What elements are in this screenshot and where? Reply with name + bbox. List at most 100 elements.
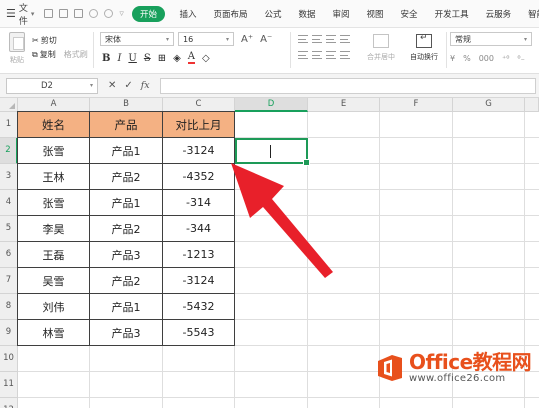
- table-cell[interactable]: -5432: [163, 294, 235, 320]
- insert-function-icon[interactable]: fx: [141, 80, 150, 91]
- border-icon[interactable]: ⊞: [158, 53, 166, 64]
- table-cell[interactable]: 产品3: [90, 320, 163, 346]
- table-cell[interactable]: -314: [163, 190, 235, 216]
- tab-page-layout[interactable]: 页面布局: [205, 8, 256, 20]
- table-cell[interactable]: -344: [163, 216, 235, 242]
- table-header-cell[interactable]: 对比上月: [163, 111, 235, 138]
- table-cell[interactable]: 产品1: [90, 190, 163, 216]
- distributed-icon[interactable]: [340, 51, 350, 59]
- font-size-select[interactable]: 16 ▾: [178, 32, 234, 46]
- wrap-text-button[interactable]: 自动换行: [405, 32, 443, 62]
- decrease-decimal-icon[interactable]: ⁰₋: [517, 54, 524, 63]
- tab-insert[interactable]: 插入: [171, 8, 205, 20]
- column-header-g[interactable]: G: [453, 98, 525, 112]
- row-header-10[interactable]: 10: [0, 346, 18, 372]
- underline-icon[interactable]: U: [128, 53, 136, 64]
- table-cell[interactable]: 产品2: [90, 268, 163, 294]
- row-header-9[interactable]: 9: [0, 320, 18, 346]
- row-header-12[interactable]: 12: [0, 398, 18, 408]
- row-header-4[interactable]: 4: [0, 190, 18, 216]
- row-header-8[interactable]: 8: [0, 294, 18, 320]
- align-middle-icon[interactable]: [312, 35, 322, 43]
- align-center-icon[interactable]: [312, 51, 322, 59]
- row-header-7[interactable]: 7: [0, 268, 18, 294]
- table-header-cell[interactable]: 产品: [90, 111, 163, 138]
- table-cell[interactable]: 产品3: [90, 242, 163, 268]
- table-cell[interactable]: 产品1: [90, 294, 163, 320]
- tab-smart-tools[interactable]: 智能工: [520, 8, 539, 20]
- format-painter-button[interactable]: 格式刷: [64, 48, 88, 62]
- align-bottom-icon[interactable]: [326, 35, 336, 43]
- align-justify-icon[interactable]: [340, 35, 350, 43]
- percent-icon[interactable]: %: [463, 54, 471, 63]
- decrease-font-icon[interactable]: A⁻: [260, 34, 272, 45]
- formula-input[interactable]: [159, 77, 536, 94]
- increase-decimal-icon[interactable]: ⁺⁰: [502, 54, 509, 63]
- align-top-icon[interactable]: [298, 35, 308, 43]
- font-name-select[interactable]: 宋体 ▾: [100, 32, 174, 46]
- row-header-6[interactable]: 6: [0, 242, 18, 268]
- table-cell[interactable]: -4352: [163, 164, 235, 190]
- font-color-icon[interactable]: A: [187, 52, 196, 64]
- table-cell[interactable]: -5543: [163, 320, 235, 346]
- column-header-d[interactable]: D: [235, 98, 308, 112]
- tab-view[interactable]: 视图: [358, 8, 392, 20]
- table-cell[interactable]: 产品2: [90, 164, 163, 190]
- fill-color-icon[interactable]: ◈: [173, 53, 181, 64]
- row-header-3[interactable]: 3: [0, 164, 18, 190]
- column-header-f[interactable]: F: [380, 98, 453, 112]
- table-cell[interactable]: 张雪: [17, 138, 90, 164]
- table-cell[interactable]: 吴雪: [17, 268, 90, 294]
- bold-icon[interactable]: B: [102, 53, 110, 64]
- copy-button[interactable]: ⧉ 复制 格式刷: [32, 48, 88, 62]
- print-icon[interactable]: [59, 9, 69, 18]
- column-header-a[interactable]: A: [18, 98, 90, 112]
- table-cell[interactable]: -1213: [163, 242, 235, 268]
- currency-icon[interactable]: ¥: [450, 54, 455, 63]
- strikethrough-icon[interactable]: S: [144, 53, 151, 64]
- name-box[interactable]: D2 ▾: [6, 77, 98, 94]
- table-cell[interactable]: -3124: [163, 268, 235, 294]
- confirm-icon[interactable]: ✓: [124, 80, 132, 91]
- number-format-select[interactable]: 常规 ▾: [450, 32, 532, 46]
- merge-center-button[interactable]: 合并居中: [362, 32, 400, 62]
- active-cell-d2[interactable]: [235, 138, 310, 166]
- row-header-2[interactable]: 2: [0, 138, 18, 164]
- print-preview-icon[interactable]: [74, 9, 84, 18]
- tab-cloud[interactable]: 云服务: [477, 8, 520, 20]
- paste-button[interactable]: 粘贴: [6, 32, 28, 65]
- table-cell[interactable]: 张雪: [17, 190, 90, 216]
- undo-icon[interactable]: [89, 9, 99, 18]
- row-header-1[interactable]: 1: [0, 112, 18, 138]
- align-left-icon[interactable]: [298, 51, 308, 59]
- table-cell[interactable]: 林雪: [17, 320, 90, 346]
- tab-developer[interactable]: 开发工具: [426, 8, 477, 20]
- tab-security[interactable]: 安全: [392, 8, 426, 20]
- clear-format-icon[interactable]: ◇: [202, 53, 210, 64]
- table-cell[interactable]: 李昊: [17, 216, 90, 242]
- italic-icon[interactable]: I: [117, 53, 121, 64]
- file-menu[interactable]: ☰ 文件 ▾: [0, 0, 34, 28]
- column-header-b[interactable]: B: [90, 98, 163, 112]
- select-all-corner[interactable]: [0, 98, 18, 112]
- save-icon[interactable]: [44, 9, 54, 18]
- column-header-e[interactable]: E: [308, 98, 380, 112]
- cancel-icon[interactable]: ✕: [108, 80, 116, 91]
- table-cell[interactable]: -3124: [163, 138, 235, 164]
- table-header-cell[interactable]: 姓名: [17, 111, 90, 138]
- table-cell[interactable]: 王林: [17, 164, 90, 190]
- tab-review[interactable]: 审阅: [324, 8, 358, 20]
- row-header-5[interactable]: 5: [0, 216, 18, 242]
- cut-button[interactable]: ✂ 剪切: [32, 34, 88, 48]
- row-header-11[interactable]: 11: [0, 372, 18, 398]
- tab-home[interactable]: 开始: [131, 5, 165, 22]
- tab-data[interactable]: 数据: [290, 8, 324, 20]
- tab-formulas[interactable]: 公式: [256, 8, 290, 20]
- thousands-icon[interactable]: 000: [479, 54, 494, 63]
- table-cell[interactable]: 刘伟: [17, 294, 90, 320]
- align-right-icon[interactable]: [326, 51, 336, 59]
- table-cell[interactable]: 产品1: [90, 138, 163, 164]
- column-header-c[interactable]: C: [163, 98, 235, 112]
- table-cell[interactable]: 产品2: [90, 216, 163, 242]
- increase-font-icon[interactable]: A⁺: [241, 34, 253, 45]
